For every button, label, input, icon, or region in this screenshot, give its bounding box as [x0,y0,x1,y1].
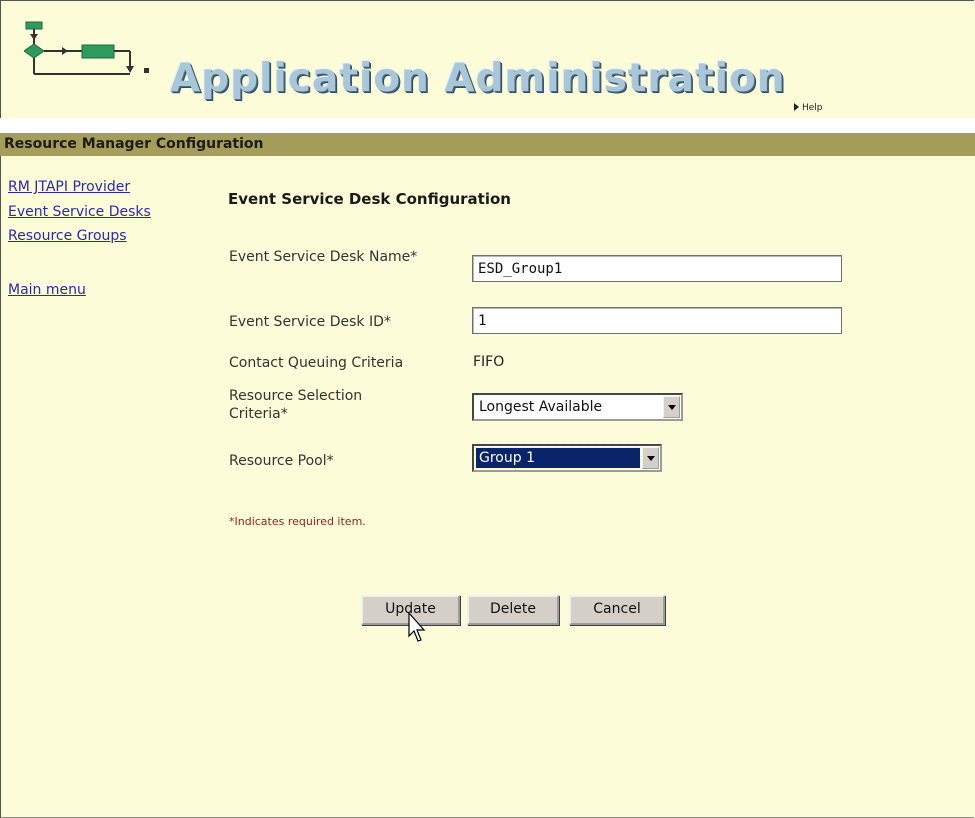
esd-id-input[interactable]: 1 [472,307,842,334]
triangle-right-icon [794,103,799,111]
header-divider [0,118,975,133]
resource-pool-label: Resource Pool* [229,453,334,469]
delete-button[interactable]: Delete [467,595,559,625]
queuing-criteria-label: Contact Queuing Criteria [229,355,404,371]
help-label: Help [802,103,823,113]
resource-pool-value: Group 1 [475,447,641,469]
nav-link-main-menu[interactable]: Main menu [8,282,86,298]
chevron-down-icon[interactable] [642,447,659,469]
esd-name-label: Event Service Desk Name* [229,249,418,265]
help-link[interactable]: Help [794,103,823,113]
selection-criteria-label: Resource Selection Criteria* [229,388,363,422]
chevron-down-icon[interactable] [663,396,680,418]
selection-criteria-select[interactable]: Longest Available [472,393,683,421]
app-title: Application Administration [170,56,786,101]
cancel-button[interactable]: Cancel [569,595,665,625]
nav-link-rm-jtapi-provider[interactable]: RM JTAPI Provider [8,179,130,195]
form-title: Event Service Desk Configuration [228,190,511,208]
app-logo-icon [24,21,149,75]
required-note: *Indicates required item. [229,515,366,528]
queuing-criteria-value: FIFO [473,354,505,370]
nav-link-event-service-desks[interactable]: Event Service Desks [8,204,151,220]
section-title: Resource Manager Configuration [4,136,264,152]
selection-criteria-value: Longest Available [479,399,603,415]
resource-pool-select[interactable]: Group 1 [472,444,662,472]
esd-name-input[interactable]: ESD_Group1 [472,255,842,282]
section-bar: Resource Manager Configuration [0,133,975,156]
esd-id-label: Event Service Desk ID* [229,314,391,330]
mouse-pointer-icon [408,612,426,642]
nav-link-resource-groups[interactable]: Resource Groups [8,228,127,244]
